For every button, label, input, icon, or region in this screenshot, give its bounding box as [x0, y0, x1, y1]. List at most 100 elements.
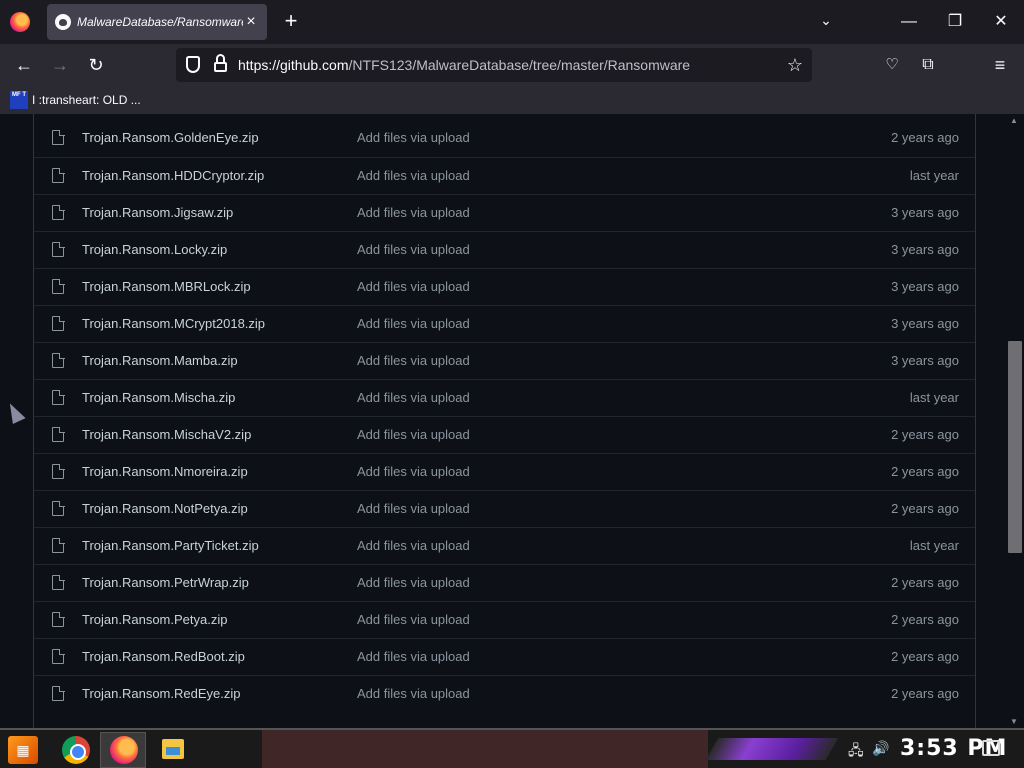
file-name-link[interactable]: Trojan.Ransom.Mischa.zip: [82, 390, 235, 405]
commit-message-link[interactable]: Add files via upload: [357, 686, 470, 701]
commit-message-link[interactable]: Add files via upload: [357, 612, 470, 627]
file-row[interactable]: Trojan.Ransom.Mischa.zip Add files via up…: [34, 379, 975, 416]
tab-close-button[interactable]: ×: [241, 12, 261, 32]
volume-icon[interactable]: 🔊: [872, 740, 889, 757]
file-name-link[interactable]: Trojan.Ransom.Mamba.zip: [82, 353, 238, 368]
bookmark-favicon: MF T: [10, 91, 28, 109]
file-name-link[interactable]: Trojan.Ransom.Locky.zip: [82, 242, 227, 257]
file-icon: [52, 129, 65, 145]
commit-age: 3 years ago: [891, 205, 959, 220]
file-row[interactable]: Trojan.Ransom.MischaV2.zip Add files via …: [34, 416, 975, 453]
url-text[interactable]: https://github.com/NTFS123/MalwareDataba…: [238, 57, 690, 73]
file-row[interactable]: Trojan.Ransom.NotPetya.zip Add files via …: [34, 490, 975, 527]
menu-icon[interactable]: ≡: [988, 53, 1012, 77]
file-name-link[interactable]: Trojan.Ransom.RedBoot.zip: [82, 649, 245, 664]
url-path: /NTFS123/MalwareDatabase/tree/master/Ran…: [348, 57, 691, 73]
commit-message-link[interactable]: Add files via upload: [357, 649, 470, 664]
commit-message-link[interactable]: Add files via upload: [357, 205, 470, 220]
minimize-button[interactable]: —: [894, 10, 924, 34]
scrollbar-thumb[interactable]: [1008, 341, 1022, 553]
commit-message-link[interactable]: Add files via upload: [357, 464, 470, 479]
address-bar[interactable]: https://github.com/NTFS123/MalwareDataba…: [176, 48, 812, 82]
commit-message-link[interactable]: Add files via upload: [357, 427, 470, 442]
file-name-link[interactable]: Trojan.Ransom.NotPetya.zip: [82, 501, 248, 516]
start-button[interactable]: ▦: [8, 736, 38, 764]
file-row[interactable]: Trojan.Ransom.PetrWrap.zip Add files via …: [34, 564, 975, 601]
file-icon: [52, 352, 65, 368]
notification-icon[interactable]: [982, 740, 1000, 756]
file-row[interactable]: Trojan.Ransom.GoldenEye.zip Add files via…: [34, 120, 975, 157]
pocket-icon[interactable]: ♡: [880, 53, 904, 77]
file-name-link[interactable]: Trojan.Ransom.Petya.zip: [82, 612, 227, 627]
restore-button[interactable]: ❐: [940, 10, 970, 34]
commit-message-link[interactable]: Add files via upload: [357, 168, 470, 183]
commit-message-link[interactable]: Add files via upload: [357, 242, 470, 257]
commit-message-link[interactable]: Add files via upload: [357, 538, 470, 553]
back-button[interactable]: ←: [12, 53, 36, 77]
github-icon: [55, 14, 71, 30]
file-name-link[interactable]: Trojan.Ransom.HDDCryptor.zip: [82, 168, 264, 183]
file-icon: [52, 463, 65, 479]
commit-message-link[interactable]: Add files via upload: [357, 390, 470, 405]
extensions-icon[interactable]: ⧉: [916, 53, 940, 77]
file-icon: [52, 611, 65, 627]
commit-age: 3 years ago: [891, 279, 959, 294]
tab-malware-database[interactable]: MalwareDatabase/Ransomware ×: [47, 4, 267, 40]
file-row[interactable]: Trojan.Ransom.Nmoreira.zip Add files via …: [34, 453, 975, 490]
file-name-link[interactable]: Trojan.Ransom.RedEye.zip: [82, 686, 240, 701]
close-window-button[interactable]: ✕: [986, 10, 1016, 34]
commit-message-link[interactable]: Add files via upload: [357, 279, 470, 294]
file-name-link[interactable]: Trojan.Ransom.MCrypt2018.zip: [82, 316, 265, 331]
file-name-link[interactable]: Trojan.Ransom.MBRLock.zip: [82, 279, 251, 294]
new-tab-button[interactable]: +: [280, 10, 302, 32]
file-row[interactable]: Trojan.Ransom.RedEye.zip Add files via up…: [34, 675, 975, 712]
file-row[interactable]: Trojan.Ransom.MBRLock.zip Add files via u…: [34, 268, 975, 305]
taskbar-decoration: [262, 730, 708, 768]
chrome-icon[interactable]: [62, 736, 90, 764]
commit-age: 2 years ago: [891, 649, 959, 664]
forward-button[interactable]: →: [48, 53, 72, 77]
chevron-down-icon[interactable]: ⌄: [816, 12, 836, 32]
bookmark-item[interactable]: MF T I :transheart: OLD ...: [10, 89, 141, 111]
reload-button[interactable]: ↻: [84, 53, 108, 77]
commit-message-link[interactable]: Add files via upload: [357, 353, 470, 368]
file-icon: [52, 278, 65, 294]
commit-age: 2 years ago: [891, 575, 959, 590]
file-row[interactable]: Trojan.Ransom.MCrypt2018.zip Add files vi…: [34, 305, 975, 342]
firefox-icon[interactable]: [10, 12, 30, 32]
firefox-taskbar-icon[interactable]: [110, 736, 138, 764]
file-row[interactable]: Trojan.Ransom.RedBoot.zip Add files via u…: [34, 638, 975, 675]
commit-message-link[interactable]: Add files via upload: [357, 130, 470, 145]
file-row[interactable]: Trojan.Ransom.Petya.zip Add files via upl…: [34, 601, 975, 638]
scroll-up-arrow[interactable]: ▲: [1010, 116, 1018, 125]
commit-message-link[interactable]: Add files via upload: [357, 501, 470, 516]
file-name-link[interactable]: Trojan.Ransom.GoldenEye.zip: [82, 130, 259, 145]
commit-age: 3 years ago: [891, 353, 959, 368]
file-name-link[interactable]: Trojan.Ransom.Nmoreira.zip: [82, 464, 248, 479]
file-row[interactable]: Trojan.Ransom.HDDCryptor.zip Add files vi…: [34, 157, 975, 194]
lock-icon[interactable]: [214, 54, 227, 72]
file-explorer-icon[interactable]: [162, 739, 184, 759]
shield-icon[interactable]: [186, 56, 200, 73]
file-name-link[interactable]: Trojan.Ransom.MischaV2.zip: [82, 427, 251, 442]
commit-message-link[interactable]: Add files via upload: [357, 316, 470, 331]
bookmarks-toolbar: MF T I :transheart: OLD ...: [0, 86, 1024, 114]
file-name-link[interactable]: Trojan.Ransom.PetrWrap.zip: [82, 575, 249, 590]
vertical-scrollbar[interactable]: ▲ ▼: [1006, 114, 1024, 728]
network-icon[interactable]: 🖧: [848, 740, 864, 764]
file-row[interactable]: Trojan.Ransom.PartyTicket.zip Add files v…: [34, 527, 975, 564]
bookmark-label: I :transheart: OLD ...: [32, 93, 141, 107]
file-icon: [52, 426, 65, 442]
file-row[interactable]: Trojan.Ransom.Locky.zip Add files via upl…: [34, 231, 975, 268]
commit-age: last year: [909, 168, 959, 183]
url-host: https://github.com: [238, 57, 349, 73]
bookmark-star-icon[interactable]: ☆: [784, 54, 806, 76]
scroll-down-arrow[interactable]: ▼: [1010, 717, 1018, 726]
commit-message-link[interactable]: Add files via upload: [357, 575, 470, 590]
file-row[interactable]: Trojan.Ransom.Mamba.zip Add files via upl…: [34, 342, 975, 379]
file-row[interactable]: Trojan.Ransom.Jigsaw.zip Add files via up…: [34, 194, 975, 231]
file-icon: [52, 648, 65, 664]
file-name-link[interactable]: Trojan.Ransom.PartyTicket.zip: [82, 538, 259, 553]
file-name-link[interactable]: Trojan.Ransom.Jigsaw.zip: [82, 205, 233, 220]
commit-age: 2 years ago: [891, 130, 959, 145]
